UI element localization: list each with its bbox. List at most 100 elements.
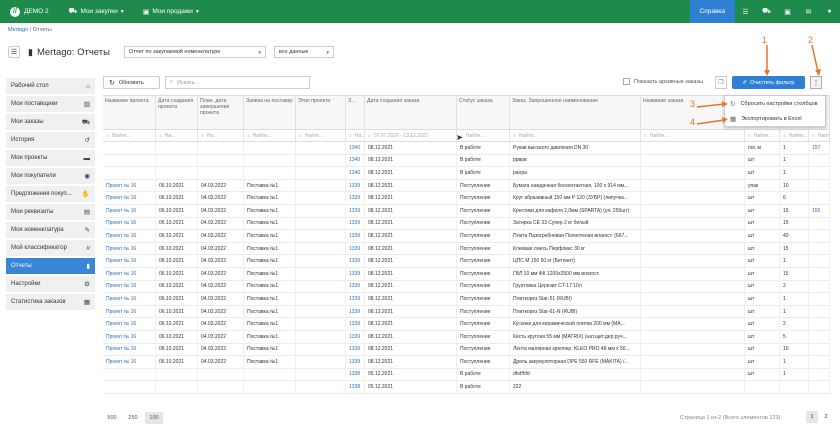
- table-row[interactable]: Проект № 16 06.10.2021 04.03.2022 Поставка …: [103, 267, 830, 281]
- sidebar-item[interactable]: Мои реквизиты ▤: [6, 204, 95, 221]
- table-cell[interactable]: Проект № 16: [103, 242, 156, 255]
- brand-name[interactable]: ДЕМО 2: [24, 8, 49, 15]
- table-cell[interactable]: 1339: [346, 192, 365, 204]
- table-cell[interactable]: 1339: [346, 230, 365, 242]
- archive-checkbox[interactable]: [623, 78, 630, 85]
- list-icon[interactable]: ☰: [735, 0, 756, 23]
- table-row[interactable]: Проект № 16 06.10.2021 04.03.2022 Поставка …: [103, 255, 830, 268]
- data-scope-select[interactable]: все данные ▼: [273, 46, 334, 58]
- column-filter-input[interactable]: ⌕Найти...: [641, 130, 745, 141]
- table-row[interactable]: Проект № 16 06.10.2021 04.03.2022 Поставка …: [103, 280, 830, 294]
- table-cell[interactable]: 1339: [346, 204, 365, 217]
- sidebar-item[interactable]: Предложения покуп... ✋: [6, 186, 95, 203]
- table-cell[interactable]: Проект № 16: [103, 318, 156, 330]
- table-cell[interactable]: 1339: [346, 242, 365, 255]
- logo-icon[interactable]: //: [10, 6, 20, 17]
- sidebar-item[interactable]: Мои заказы ⛟: [6, 114, 95, 131]
- sidebar-item[interactable]: Мои поставщики ▥: [6, 96, 95, 113]
- more-options-button[interactable]: ⋮: [810, 76, 822, 89]
- column-header[interactable]: Этап проекта: [296, 96, 346, 129]
- help-button[interactable]: Справка: [689, 0, 735, 23]
- sidebar-item[interactable]: Настройки ⚙: [6, 276, 95, 293]
- table-cell[interactable]: 1339: [346, 255, 365, 267]
- column-header[interactable]: План. дата завершения проекта: [198, 96, 244, 129]
- table-cell[interactable]: 1339: [346, 305, 365, 318]
- sidebar-item[interactable]: Рабочий стол ⌂: [6, 78, 95, 95]
- sidebar-item[interactable]: Отчеты ▮: [6, 258, 95, 275]
- column-filter-input[interactable]: ⌕ 07.07.2020 - 13.12.2021: [365, 130, 457, 141]
- table-cell[interactable]: Проект № 16: [103, 267, 156, 280]
- sidebar-item[interactable]: Моя номенклатура ✎: [6, 222, 95, 239]
- page-size-100[interactable]: 100: [145, 412, 163, 424]
- page-size-250[interactable]: 250: [124, 412, 142, 424]
- column-filter-input[interactable]: ⌕Найти...: [745, 130, 780, 141]
- refresh-button[interactable]: ↻ Обновить: [103, 76, 160, 89]
- chat-icon[interactable]: ✉: [798, 0, 819, 23]
- column-header[interactable]: Название проекта: [103, 96, 156, 129]
- table-cell[interactable]: 1340: [346, 167, 365, 179]
- table-cell[interactable]: Проект № 16: [103, 204, 156, 217]
- table-cell[interactable]: 1338: [346, 368, 365, 381]
- page-1-button[interactable]: 1: [806, 411, 818, 423]
- table-row[interactable]: Проект № 16 06.10.2021 04.03.2022 Поставка …: [103, 217, 830, 231]
- table-cell[interactable]: 1339: [346, 356, 365, 368]
- sidebar-item[interactable]: Мой классификатор #: [6, 240, 95, 257]
- table-cell[interactable]: 1339: [346, 330, 365, 343]
- column-filter-input[interactable]: ⌕Найти...: [780, 130, 809, 141]
- table-row[interactable]: Проект № 16 06.10.2021 04.03.2022 Поставка …: [103, 330, 830, 344]
- nav-my-sales[interactable]: ▣ Мои продажи ▼: [143, 8, 200, 16]
- column-header[interactable]: Статус заказа: [457, 96, 510, 129]
- table-cell[interactable]: 1338: [346, 381, 365, 393]
- column-filter-input[interactable]: ⌕ На...: [346, 130, 365, 141]
- user-icon[interactable]: ●: [819, 0, 840, 23]
- table-cell[interactable]: 1339: [346, 179, 365, 192]
- table-row[interactable]: 1338 05.12.2021 В работе 222: [103, 381, 830, 394]
- table-cell[interactable]: 155: [809, 204, 830, 217]
- table-row[interactable]: Проект № 16 06.10.2021 04.03.2022 Поставка …: [103, 305, 830, 319]
- table-cell[interactable]: 1339: [346, 343, 365, 356]
- column-filter-input[interactable]: ⌕ На...: [198, 130, 244, 141]
- page-2-button[interactable]: 2: [820, 411, 832, 423]
- clear-filter-button[interactable]: ✐ Очистить фильтр: [732, 76, 805, 89]
- breadcrumb-root[interactable]: Mertago: [8, 27, 28, 33]
- table-row[interactable]: 1338 05.12.2021 В работе dhdfhfd шт 1: [103, 368, 830, 382]
- sidebar-item[interactable]: Статистика заказов ▦: [6, 294, 95, 311]
- column-header[interactable]: Дата создания проекта: [156, 96, 198, 129]
- column-filter-input[interactable]: ⌕Найти...: [296, 130, 346, 141]
- table-cell[interactable]: 1340: [346, 154, 365, 167]
- report-type-select[interactable]: Отчет по закупаемой номенклатуре ▼: [123, 46, 266, 58]
- table-row[interactable]: Проект № 16 06.10.2021 04.03.2022 Поставка …: [103, 343, 830, 357]
- store-icon[interactable]: ▣: [777, 0, 798, 23]
- table-row[interactable]: Проект № 16 06.10.2021 04.03.2022 Поставка …: [103, 204, 830, 218]
- table-cell[interactable]: 1339: [346, 267, 365, 280]
- table-cell[interactable]: 1339: [346, 293, 365, 305]
- column-filter-input[interactable]: ⌕Найти...: [809, 130, 830, 141]
- sidebar-item[interactable]: Мои проекты ▬: [6, 150, 95, 167]
- column-filter-input[interactable]: ⌕Найти...: [244, 130, 296, 141]
- table-cell[interactable]: Проект № 16: [103, 179, 156, 192]
- table-row[interactable]: Проект № 16 06.10.2021 04.03.2022 Поставка …: [103, 179, 830, 193]
- table-cell[interactable]: Проект № 16: [103, 356, 156, 368]
- column-header[interactable]: Дата создания заказа: [365, 96, 457, 129]
- table-row[interactable]: Проект № 16 06.10.2021 04.03.2022 Поставка …: [103, 293, 830, 306]
- table-cell[interactable]: Проект № 16: [103, 330, 156, 343]
- table-cell[interactable]: Проект № 16: [103, 305, 156, 318]
- column-header[interactable]: Заявка на поставку: [244, 96, 296, 129]
- column-header[interactable]: Заказ. Запрошенное наименование: [510, 96, 641, 129]
- export-excel-item[interactable]: ▦ Экспортировать в Excel: [725, 111, 825, 126]
- nav-my-purchases[interactable]: ⛟ Мои закупки ▼: [69, 7, 125, 16]
- table-cell[interactable]: 1339: [346, 217, 365, 230]
- column-filter-input[interactable]: ⌕Найти...: [103, 130, 156, 141]
- table-row[interactable]: Проект № 16 06.10.2021 04.03.2022 Поставка …: [103, 318, 830, 331]
- table-row[interactable]: 1340 08.12.2021 В работе Рукав высокого дав…: [103, 142, 830, 155]
- table-cell[interactable]: 1339: [346, 318, 365, 330]
- table-cell[interactable]: Проект № 16: [103, 255, 156, 267]
- column-filter-input[interactable]: ⌕Найти...: [457, 130, 510, 141]
- sidebar-item[interactable]: История ↺: [6, 132, 95, 149]
- table-cell[interactable]: Проект № 16: [103, 280, 156, 293]
- column-filter-input[interactable]: ⌕Найти...: [510, 130, 641, 141]
- reset-columns-item[interactable]: ↻ Сбросить настройки столбцов: [725, 96, 825, 111]
- sidebar-item[interactable]: Мои покупатели ◉: [6, 168, 95, 185]
- table-cell[interactable]: Проект № 16: [103, 192, 156, 204]
- cart-icon[interactable]: ⛟: [756, 0, 777, 23]
